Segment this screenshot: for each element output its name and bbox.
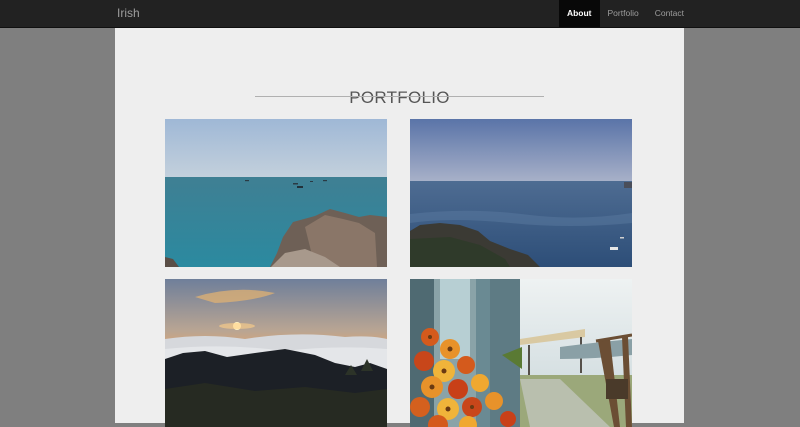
nav-menu: About Portfolio Contact <box>558 0 692 27</box>
nav-contact[interactable]: Contact <box>647 0 692 27</box>
portfolio-section: PORTFOLIO <box>115 28 684 427</box>
portfolio-title: PORTFOLIO <box>349 88 450 107</box>
top-navbar: Irish About Portfolio Contact <box>0 0 800 28</box>
flowers-terrace-image <box>410 279 632 427</box>
portfolio-photo-sea-rocks[interactable] <box>165 119 387 267</box>
portfolio-photo-sunset-clouds[interactable] <box>165 279 387 427</box>
nav-about[interactable]: About <box>558 0 600 27</box>
sunset-clouds-image <box>165 279 387 427</box>
brand-link[interactable]: Irish <box>117 0 140 27</box>
sea-rocks-image <box>165 119 387 267</box>
calm-sea-image <box>410 119 632 267</box>
nav-portfolio[interactable]: Portfolio <box>600 0 647 27</box>
portfolio-photo-flowers-terrace[interactable] <box>410 279 632 427</box>
title-divider <box>255 96 544 97</box>
portfolio-photo-calm-sea[interactable] <box>410 119 632 267</box>
